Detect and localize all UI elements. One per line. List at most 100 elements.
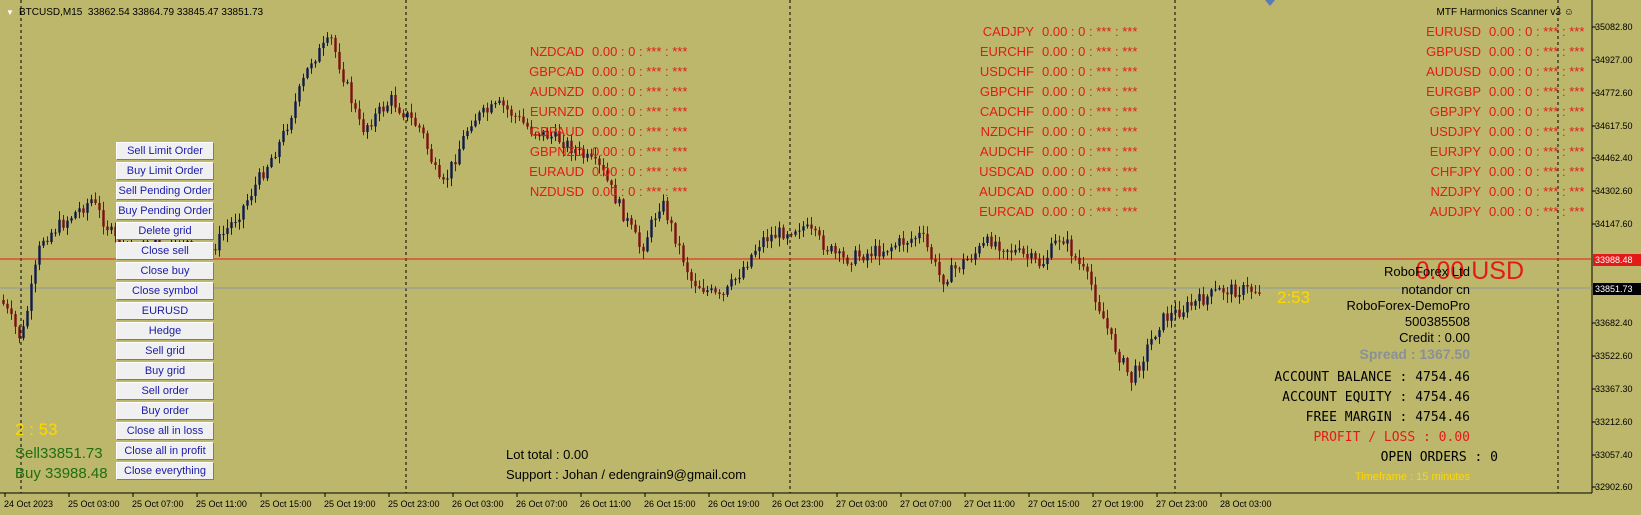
btn-buy-order[interactable]: Buy order — [116, 402, 214, 420]
candle-body — [634, 224, 637, 233]
candle-body — [470, 126, 473, 132]
chart-menu-triangle-icon[interactable]: ▼ — [6, 8, 14, 17]
candle-body — [1214, 289, 1217, 291]
candle-body — [1082, 263, 1085, 267]
candle-body — [1206, 296, 1209, 305]
btn-hedge[interactable]: Hedge — [116, 322, 214, 340]
candle-body — [862, 256, 865, 261]
candle-body — [930, 247, 933, 260]
candle-body — [766, 237, 769, 242]
candle-body — [466, 131, 469, 137]
candle-body — [110, 226, 113, 231]
candle-body — [1130, 372, 1133, 383]
candle-body — [814, 228, 817, 231]
btn-buy-grid[interactable]: Buy grid — [116, 362, 214, 380]
candle-body — [678, 243, 681, 246]
candle-body — [806, 224, 809, 227]
candle-body — [410, 112, 413, 118]
pair-value: 0.00 : 0 : *** : *** — [1042, 84, 1138, 99]
time-label: 26 Oct 15:00 — [644, 499, 696, 509]
pair-symbol: NZDCAD — [529, 44, 584, 59]
time-label: 24 Oct 2023 — [4, 499, 54, 509]
candle-body — [1222, 288, 1225, 293]
candle-body — [242, 205, 245, 220]
candle-body — [50, 232, 53, 242]
candle-body — [310, 63, 313, 69]
candle-body — [1146, 344, 1149, 362]
candle-body — [1190, 302, 1193, 306]
btn-buy-limit-order[interactable]: Buy Limit Order — [116, 162, 214, 180]
candle-body — [1014, 249, 1017, 253]
btn-close-all-in-profit[interactable]: Close all in profit — [116, 442, 214, 460]
price-label: 34927.00 — [1595, 55, 1633, 65]
btn-eurusd[interactable]: EURUSD — [116, 302, 214, 320]
candle-body — [94, 199, 97, 203]
btn-close-everything[interactable]: Close everything — [116, 462, 214, 480]
btn-close-sell[interactable]: Close sell — [116, 242, 214, 260]
candle-body — [778, 227, 781, 238]
btn-sell-grid[interactable]: Sell grid — [116, 342, 214, 360]
candle-body — [482, 107, 485, 113]
candle-body — [74, 212, 77, 219]
candle-body — [658, 211, 661, 219]
candle-body — [1138, 365, 1141, 371]
candle-body — [718, 292, 721, 295]
time-label: 25 Oct 23:00 — [388, 499, 440, 509]
time-label: 26 Oct 19:00 — [708, 499, 760, 509]
candle-body — [666, 200, 669, 221]
candle-body — [2, 300, 5, 304]
candle-body — [894, 245, 897, 248]
candle-body — [1198, 294, 1201, 302]
btn-delete-grid[interactable]: Delete grid — [116, 222, 214, 240]
candle-body — [826, 249, 829, 252]
candle-body — [1114, 334, 1117, 352]
candle-body — [1150, 338, 1153, 345]
btn-sell-limit-order[interactable]: Sell Limit Order — [116, 142, 214, 160]
candle-body — [450, 162, 453, 179]
candle-body — [1066, 239, 1069, 244]
candle-body — [1122, 357, 1125, 363]
candle-body — [1170, 312, 1173, 321]
candle-body — [1010, 250, 1013, 253]
btn-buy-pending-order[interactable]: Buy Pending Order — [116, 202, 214, 220]
candle-body — [70, 218, 73, 221]
btn-close-symbol[interactable]: Close symbol — [116, 282, 214, 300]
candle-body — [1002, 250, 1005, 252]
pair-symbol: GBPCHF — [979, 84, 1034, 99]
candle-body — [910, 238, 913, 243]
candle-body — [258, 172, 261, 185]
candle-body — [730, 279, 733, 287]
candle-body — [626, 218, 629, 221]
pair-symbol: EURNZD — [529, 104, 584, 119]
candle-body — [514, 115, 517, 117]
candle-body — [26, 310, 29, 327]
candle-body — [322, 42, 325, 49]
time-label: 25 Oct 03:00 — [68, 499, 120, 509]
candle-body — [462, 136, 465, 149]
pair-value: 0.00 : 0 : *** : *** — [1489, 44, 1585, 59]
candle-body — [886, 251, 889, 253]
candle-body — [1166, 313, 1169, 321]
scroll-marker-icon[interactable] — [1265, 0, 1275, 6]
candle-body — [262, 172, 265, 179]
candle-body — [58, 219, 61, 233]
candle-body — [1090, 271, 1093, 285]
btn-close-all-in-loss[interactable]: Close all in loss — [116, 422, 214, 440]
ask-price-tag: 33988.48 — [1593, 254, 1641, 266]
candle-body — [1174, 309, 1177, 313]
btn-sell-pending-order[interactable]: Sell Pending Order — [116, 182, 214, 200]
pair-value: 0.00 : 0 : *** : *** — [1042, 64, 1138, 79]
candle-body — [22, 326, 25, 339]
support-info: Support : Johan / edengrain9@gmail.com — [506, 467, 747, 482]
pair-symbol: AUDNZD — [529, 84, 584, 99]
candle-body — [86, 203, 89, 213]
pair-symbol: EURAUD — [529, 164, 584, 179]
candle-body — [38, 245, 41, 265]
candle-body — [1210, 289, 1213, 297]
candle-body — [366, 125, 369, 133]
pair-value: 0.00 : 0 : *** : *** — [592, 184, 688, 199]
btn-sell-order[interactable]: Sell order — [116, 382, 214, 400]
candle-body — [66, 220, 69, 228]
btn-close-buy[interactable]: Close buy — [116, 262, 214, 280]
pair-value: 0.00 : 0 : *** : *** — [1042, 144, 1138, 159]
